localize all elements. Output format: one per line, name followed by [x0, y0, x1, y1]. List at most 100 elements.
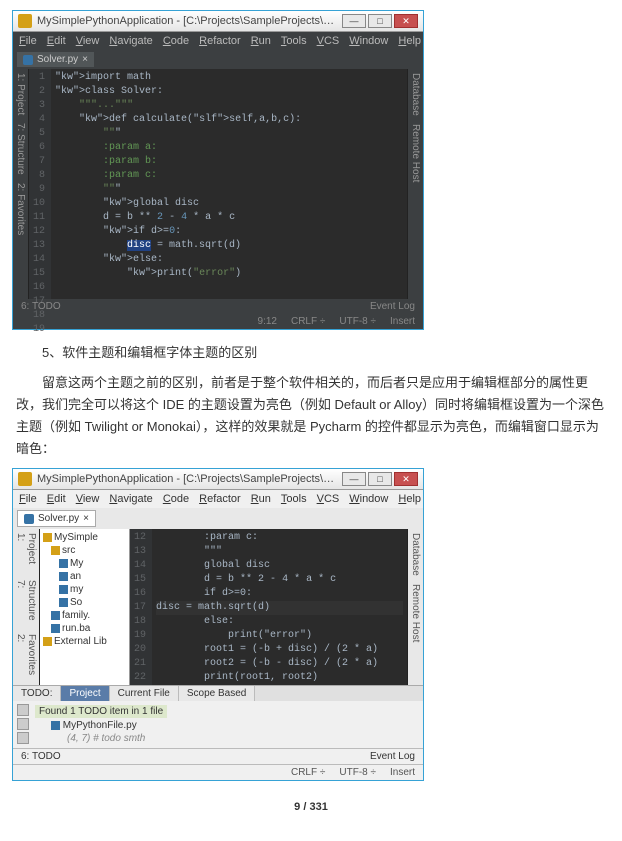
paragraph-body: 留意这两个主题之前的区别，前者是于整个软件相关的，而后者只是应用于编辑框部分的属…: [16, 372, 606, 460]
menu-navigate[interactable]: Navigate: [109, 493, 152, 505]
todo-panel: TODO: Project Current File Scope Based F…: [13, 685, 423, 748]
tool-footer: 6: TODO Event Log: [13, 299, 423, 314]
menu-file[interactable]: File: [19, 35, 37, 47]
todo-tab-scope[interactable]: Scope Based: [179, 686, 256, 701]
maximize-button[interactable]: □: [368, 472, 392, 486]
close-button[interactable]: ✕: [394, 472, 418, 486]
menu-bar: File Edit View Navigate Code Refactor Ru…: [13, 490, 423, 508]
todo-toolbar: [17, 704, 29, 745]
remote-host-tool[interactable]: Remote Host: [410, 584, 421, 642]
menu-refactor[interactable]: Refactor: [199, 35, 241, 47]
minimize-button[interactable]: —: [342, 472, 366, 486]
menu-tools[interactable]: Tools: [281, 35, 307, 47]
tool-footer: 6: TODO Event Log: [13, 748, 423, 764]
menu-navigate[interactable]: Navigate: [109, 35, 152, 47]
todo-tool[interactable]: 6: TODO: [21, 751, 61, 762]
editor-tabbar: Solver.py ×: [13, 50, 423, 69]
code-editor[interactable]: :param c: """ global disc d = b ** 2 - 4…: [152, 529, 407, 685]
menu-code[interactable]: Code: [163, 35, 189, 47]
menu-tools[interactable]: Tools: [281, 493, 307, 505]
filter-icon[interactable]: [17, 732, 29, 744]
cursor-pos: 9:12: [258, 316, 277, 327]
menu-window[interactable]: Window: [349, 493, 388, 505]
right-toolbar: Database Remote Host: [407, 69, 423, 299]
todo-tool[interactable]: 6: TODO: [21, 301, 61, 312]
database-tool[interactable]: Database: [410, 533, 421, 576]
minimize-button[interactable]: —: [342, 14, 366, 28]
menu-run[interactable]: Run: [251, 493, 271, 505]
menu-vcs[interactable]: VCS: [317, 493, 340, 505]
favorites-tool[interactable]: 2: Favorites: [15, 183, 26, 235]
menu-help[interactable]: Help: [398, 35, 421, 47]
menu-run[interactable]: Run: [251, 35, 271, 47]
maximize-button[interactable]: □: [368, 14, 392, 28]
project-tool[interactable]: 1: Project: [15, 533, 37, 571]
paragraph-heading: 5、软件主题和编辑框字体主题的区别: [16, 342, 606, 364]
todo-item[interactable]: (4, 7) # todo smth: [67, 733, 145, 744]
menu-view[interactable]: View: [76, 35, 100, 47]
todo-file[interactable]: MyPythonFile.py: [63, 720, 137, 731]
right-toolbar: Database Remote Host: [407, 529, 423, 685]
menu-vcs[interactable]: VCS: [317, 35, 340, 47]
tab-close-icon[interactable]: ×: [83, 513, 89, 524]
todo-found: Found 1 TODO item in 1 file: [35, 705, 167, 718]
tab-close-icon[interactable]: ×: [82, 54, 88, 65]
pycharm-icon: [18, 472, 32, 486]
ide-body: 1: Project 7: Structure 2: Favorites MyS…: [13, 529, 423, 685]
editor-tab[interactable]: Solver.py ×: [17, 510, 96, 527]
menu-code[interactable]: Code: [163, 493, 189, 505]
line-sep[interactable]: CRLF ÷: [291, 767, 325, 778]
expand-icon[interactable]: [17, 704, 29, 716]
menu-view[interactable]: View: [76, 493, 100, 505]
event-log[interactable]: Event Log: [370, 301, 415, 312]
line-gutter: 121314151617181920212223: [130, 529, 152, 685]
todo-label: TODO:: [13, 686, 61, 701]
insert-mode: Insert: [390, 316, 415, 327]
left-toolbar: 1: Project 7: Structure 2: Favorites: [13, 69, 29, 299]
editor-tabbar: Solver.py ×: [13, 508, 423, 529]
remote-host-tool[interactable]: Remote Host: [410, 124, 421, 182]
encoding[interactable]: UTF-8 ÷: [339, 316, 376, 327]
encoding[interactable]: UTF-8 ÷: [339, 767, 376, 778]
status-bar: 9:12 CRLF ÷ UTF-8 ÷ Insert: [13, 314, 423, 329]
window-title: MySimplePythonApplication - [C:\Projects…: [37, 473, 342, 485]
ide-body: 1: Project 7: Structure 2: Favorites 123…: [13, 69, 423, 299]
python-file-icon: [24, 514, 34, 524]
window-buttons: — □ ✕: [342, 14, 418, 28]
menu-refactor[interactable]: Refactor: [199, 493, 241, 505]
menu-bar: File Edit View Navigate Code Refactor Ru…: [13, 32, 423, 50]
status-bar: CRLF ÷ UTF-8 ÷ Insert: [13, 764, 423, 780]
window-titlebar: MySimplePythonApplication - [C:\Projects…: [13, 11, 423, 32]
favorites-tool[interactable]: 2: Favorites: [15, 634, 37, 681]
project-tree[interactable]: MySimplesrcMyanmySofamily.run.baExternal…: [40, 529, 130, 685]
menu-help[interactable]: Help: [398, 493, 421, 505]
python-file-icon: [23, 55, 33, 65]
window-titlebar: MySimplePythonApplication - [C:\Projects…: [13, 469, 423, 490]
todo-tab-project[interactable]: Project: [61, 686, 109, 701]
python-file-icon: [51, 721, 60, 730]
tab-label: Solver.py: [38, 513, 79, 524]
todo-tree: Found 1 TODO item in 1 file MyPythonFile…: [35, 704, 419, 745]
tab-label: Solver.py: [37, 54, 78, 65]
menu-file[interactable]: File: [19, 493, 37, 505]
ide-screenshot-light: MySimplePythonApplication - [C:\Projects…: [12, 468, 424, 781]
todo-tab-current[interactable]: Current File: [110, 686, 179, 701]
code-editor[interactable]: "kw">import math "kw">class Solver: """.…: [51, 69, 407, 299]
line-gutter: 12345678910111213141516171819: [29, 69, 51, 299]
close-button[interactable]: ✕: [394, 14, 418, 28]
window-buttons: — □ ✕: [342, 472, 418, 486]
line-sep[interactable]: CRLF ÷: [291, 316, 325, 327]
page-number: 9 / 331: [12, 801, 610, 813]
editor-tab[interactable]: Solver.py ×: [17, 52, 94, 67]
menu-edit[interactable]: Edit: [47, 493, 66, 505]
menu-window[interactable]: Window: [349, 35, 388, 47]
insert-mode: Insert: [390, 767, 415, 778]
collapse-icon[interactable]: [17, 718, 29, 730]
pycharm-icon: [18, 14, 32, 28]
menu-edit[interactable]: Edit: [47, 35, 66, 47]
project-tool[interactable]: 1: Project: [15, 73, 26, 115]
event-log[interactable]: Event Log: [370, 751, 415, 762]
database-tool[interactable]: Database: [410, 73, 421, 116]
structure-tool[interactable]: 7: Structure: [15, 580, 37, 627]
structure-tool[interactable]: 7: Structure: [15, 123, 26, 175]
